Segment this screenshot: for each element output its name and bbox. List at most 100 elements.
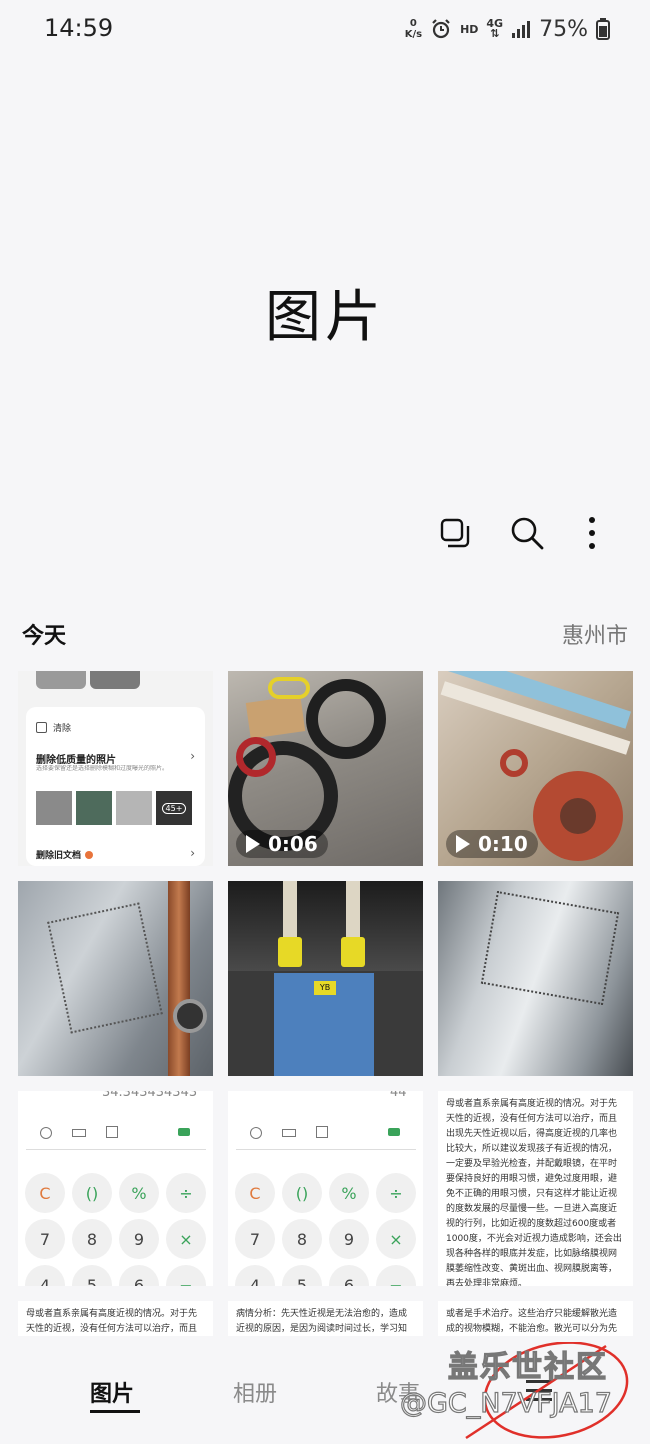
screenshot-thumbnail-article[interactable]: 母或者直系亲属有高度近视的情况。对于先天性的近视，没有任何方法可以治疗，而且出现… bbox=[18, 1301, 213, 1336]
image-strip bbox=[90, 671, 140, 689]
battery-percent: 75% bbox=[539, 16, 588, 42]
cable-coil bbox=[306, 679, 386, 759]
cleanup-item-title: 删除旧文档 bbox=[36, 851, 82, 861]
tab-albums[interactable]: 相册 bbox=[233, 1376, 277, 1408]
video-thumbnail[interactable]: 0:06 bbox=[228, 671, 423, 866]
broom-icon bbox=[36, 722, 47, 733]
screenshot-thumbnail-calculator[interactable]: 44 C () % ÷ 7 8 9 × 4 5 6 − bbox=[228, 1091, 423, 1286]
calc-icon bbox=[106, 1126, 118, 1138]
photo-thumbnail[interactable] bbox=[18, 881, 213, 1076]
more-options-button[interactable] bbox=[572, 513, 612, 553]
calc-key: − bbox=[166, 1265, 206, 1286]
location-label: 惠州市 bbox=[561, 624, 628, 649]
calc-key: 4 bbox=[235, 1265, 275, 1286]
page-title: 图片 bbox=[265, 285, 385, 350]
relay-label: YB bbox=[314, 981, 336, 995]
divider bbox=[26, 1149, 206, 1150]
cleanup-item-desc: 选择要保留还是选择删除模糊和过度曝光的照片。 bbox=[36, 765, 169, 772]
ruler-icon bbox=[72, 1129, 86, 1137]
cleanup-item-title: 删除低质量的照片 bbox=[36, 755, 116, 766]
calc-key: % bbox=[329, 1173, 369, 1213]
play-icon bbox=[246, 835, 260, 853]
search-button[interactable] bbox=[507, 513, 547, 553]
calc-display: 34.343434343 bbox=[102, 1091, 198, 1100]
yellow-terminal bbox=[278, 937, 302, 967]
calc-icon bbox=[316, 1126, 328, 1138]
divider bbox=[236, 1149, 416, 1150]
photo-grid: 清除 删除低质量的照片 › 选择要保留还是选择删除模糊和过度曝光的照片。 45+… bbox=[18, 671, 633, 1336]
cleanup-card: 清除 删除低质量的照片 › 选择要保留还是选择删除模糊和过度曝光的照片。 45+… bbox=[26, 707, 205, 866]
more-count-badge: 45+ bbox=[161, 802, 187, 814]
calc-key: 7 bbox=[25, 1219, 65, 1259]
video-duration: 0:06 bbox=[236, 830, 328, 858]
chevron-right-icon: › bbox=[190, 749, 195, 763]
tab-pictures[interactable]: 图片 bbox=[90, 1376, 134, 1408]
screenshot-thumbnail-calculator[interactable]: 34.343434343 C () % ÷ 7 8 9 × 4 5 6 − bbox=[18, 1091, 213, 1286]
article-text: 病情分析：先天性近视是无法治愈的，造成近视的原因，是因为阅读时间过长，学习知识不 bbox=[236, 1309, 408, 1334]
network-type: 4G ⇅ bbox=[486, 18, 503, 39]
calc-key: () bbox=[72, 1173, 112, 1213]
history-icon bbox=[40, 1127, 52, 1139]
duration-text: 0:10 bbox=[478, 832, 528, 856]
screenshot-thumbnail-article[interactable]: 或者是手术治疗。这些治疗只能缓解散光造成的视物模糊，不能治愈。散光可以分为先天性 bbox=[438, 1301, 633, 1336]
speed-value: 0 bbox=[409, 18, 417, 29]
photo-thumbnail-screenshot-cleanup[interactable]: 清除 删除低质量的照片 › 选择要保留还是选择删除模糊和过度曝光的照片。 45+… bbox=[18, 671, 213, 866]
watermark: 盖乐世社区 @GC_N7VFJA17 bbox=[399, 1342, 636, 1442]
yellow-terminal bbox=[341, 937, 365, 967]
alarm-icon bbox=[432, 19, 450, 39]
calc-key: × bbox=[376, 1219, 416, 1259]
calc-key: ÷ bbox=[166, 1173, 206, 1213]
duration-text: 0:06 bbox=[268, 832, 318, 856]
speed-unit: K/s bbox=[404, 29, 423, 40]
network-speed: 0 K/s bbox=[405, 18, 422, 40]
calc-key: C bbox=[235, 1173, 275, 1213]
calc-key: 9 bbox=[329, 1219, 369, 1259]
calc-key: 6 bbox=[329, 1265, 369, 1286]
video-duration: 0:10 bbox=[446, 830, 538, 858]
hook-shape bbox=[500, 749, 528, 777]
play-icon bbox=[456, 835, 470, 853]
date-header: 今天 bbox=[22, 624, 67, 649]
photo-thumbnail[interactable] bbox=[438, 881, 633, 1076]
calc-key: 8 bbox=[72, 1219, 112, 1259]
video-thumbnail[interactable]: 0:10 bbox=[438, 671, 633, 866]
select-button[interactable] bbox=[435, 513, 475, 553]
backspace-icon bbox=[178, 1128, 190, 1136]
calc-key: 5 bbox=[282, 1265, 322, 1286]
battery-icon bbox=[596, 18, 610, 40]
warning-dot-icon bbox=[85, 850, 94, 859]
article-text: 母或者直系亲属有高度近视的情况。对于先天性的近视，没有任何方法可以治疗，而且出现… bbox=[26, 1309, 198, 1334]
calc-key: ÷ bbox=[376, 1173, 416, 1213]
photo-preview bbox=[76, 791, 112, 825]
calc-key: − bbox=[376, 1265, 416, 1286]
red-cable bbox=[236, 737, 276, 777]
article-text: 母或者直系亲属有高度近视的情况。对于先天性的近视，没有任何方法可以治疗，而且出现… bbox=[446, 1099, 622, 1286]
calc-key: 6 bbox=[119, 1265, 159, 1286]
yellow-cable bbox=[268, 677, 310, 699]
screenshot-thumbnail-article[interactable]: 母或者直系亲属有高度近视的情况。对于先天性的近视，没有任何方法可以治疗，而且出现… bbox=[438, 1091, 633, 1286]
more-icon bbox=[589, 517, 595, 549]
calc-key: C bbox=[25, 1173, 65, 1213]
engraved-text bbox=[47, 902, 163, 1034]
active-tab-indicator bbox=[90, 1410, 140, 1413]
signal-icon bbox=[512, 21, 531, 38]
photo-preview bbox=[36, 791, 72, 825]
photo-thumbnail[interactable]: YB bbox=[228, 881, 423, 1076]
select-icon bbox=[440, 518, 470, 548]
status-bar: 14:59 0 K/s HD 4G ⇅ 75% bbox=[0, 0, 650, 56]
calc-key: 7 bbox=[235, 1219, 275, 1259]
wire bbox=[346, 881, 360, 941]
photo-preview bbox=[116, 791, 152, 825]
wire bbox=[283, 881, 297, 941]
dark-background bbox=[228, 881, 423, 971]
watermark-line2: @GC_N7VFJA17 bbox=[399, 1387, 612, 1419]
search-icon bbox=[511, 517, 544, 550]
chevron-right-icon: › bbox=[190, 846, 195, 860]
ruler-icon bbox=[282, 1129, 296, 1137]
backspace-icon bbox=[388, 1128, 400, 1136]
flange-hole bbox=[560, 798, 596, 834]
calc-key: 5 bbox=[72, 1265, 112, 1286]
calc-key: % bbox=[119, 1173, 159, 1213]
screenshot-thumbnail-article[interactable]: 病情分析：先天性近视是无法治愈的，造成近视的原因，是因为阅读时间过长，学习知识不 bbox=[228, 1301, 423, 1336]
calc-key: 8 bbox=[282, 1219, 322, 1259]
